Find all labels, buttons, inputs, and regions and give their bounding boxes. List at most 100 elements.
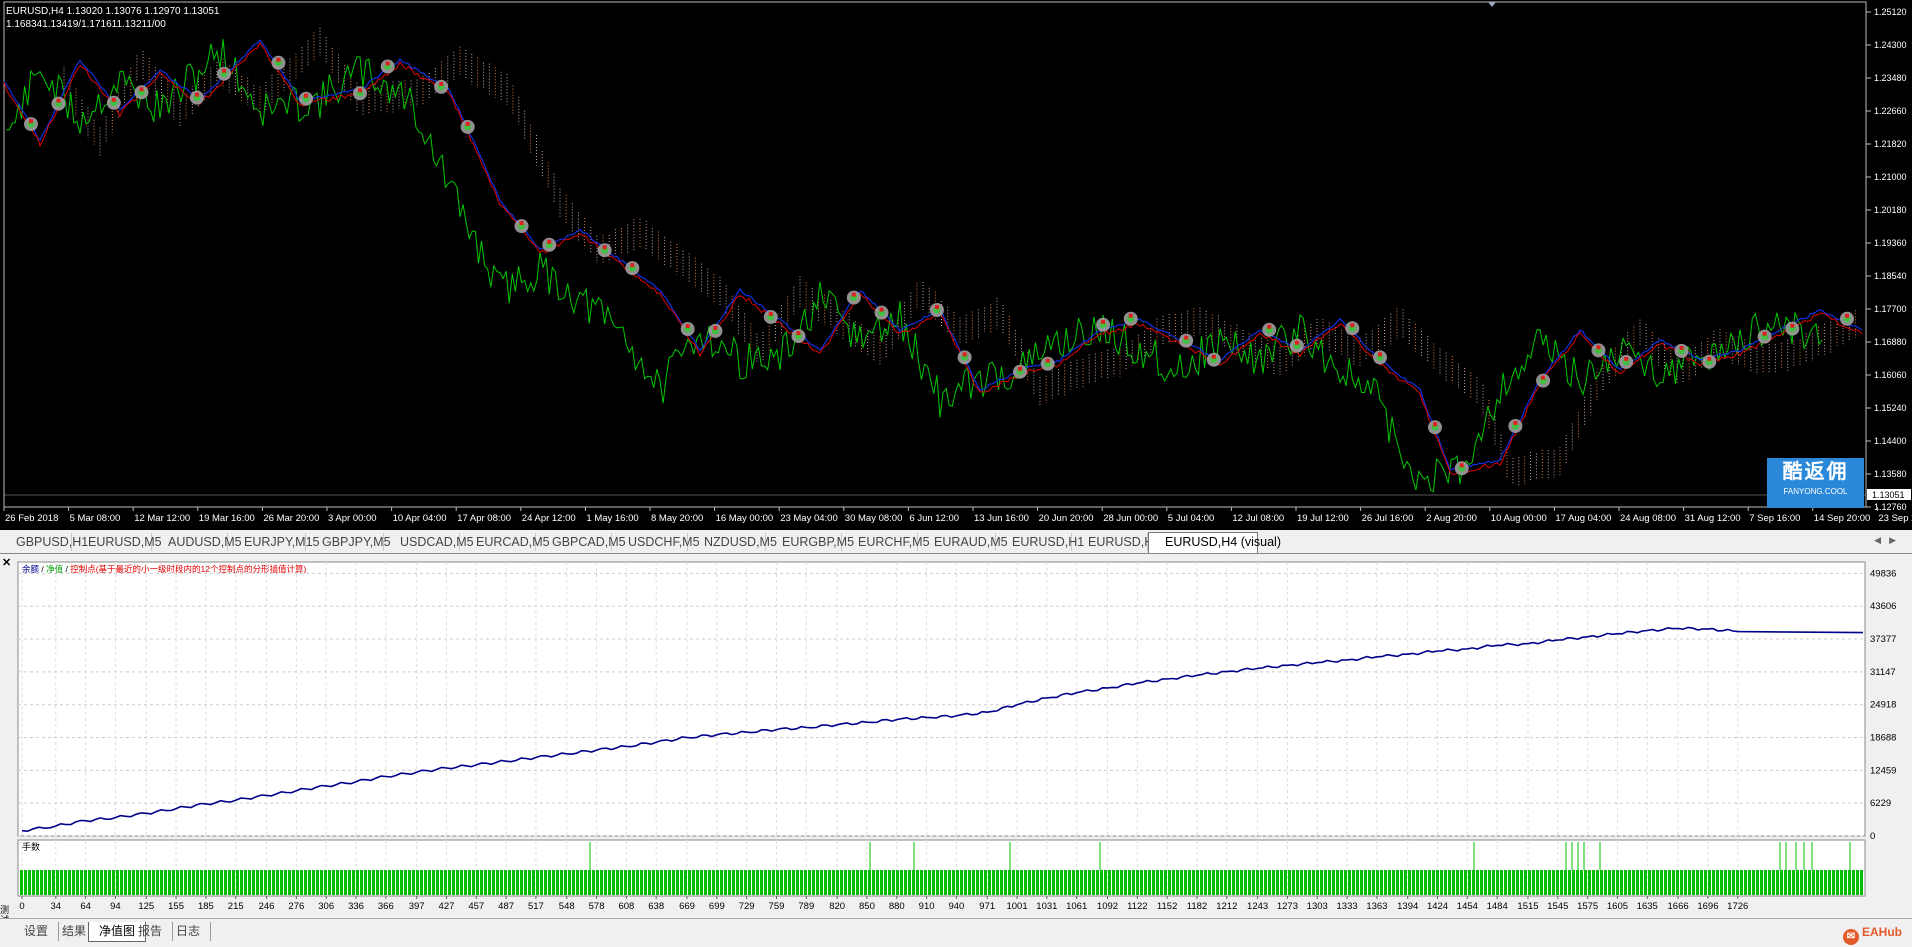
- trade-marker[interactable]: [51, 96, 66, 111]
- volume-bar: [1516, 870, 1519, 895]
- tester-tab[interactable]: 日志: [166, 922, 212, 941]
- trade-marker[interactable]: [625, 261, 640, 276]
- trade-marker[interactable]: [353, 86, 367, 101]
- price-tick-label: 1.14400: [1874, 436, 1907, 446]
- trade-marker[interactable]: [1096, 317, 1111, 332]
- trade-marker[interactable]: [597, 243, 612, 258]
- trade-marker[interactable]: [134, 85, 149, 100]
- chart-tab[interactable]: EURUSD,M5: [72, 533, 162, 551]
- equity-x-tick: 1605: [1607, 901, 1628, 912]
- trade-marker[interactable]: [1013, 364, 1027, 379]
- volume-bar: [824, 870, 827, 895]
- volume-bar: [580, 870, 583, 895]
- volume-bar: [1004, 870, 1007, 895]
- tab-scroll-arrows[interactable]: ◀▶: [1874, 535, 1904, 546]
- chart-tab[interactable]: EURCAD,M5: [460, 533, 550, 551]
- equity-x-tick: 1122: [1127, 901, 1147, 912]
- close-icon[interactable]: ✕: [2, 556, 11, 569]
- volume-bar: [276, 870, 279, 895]
- trade-marker[interactable]: [434, 79, 449, 94]
- trade-marker[interactable]: [1508, 418, 1523, 433]
- volume-bar: [1036, 870, 1039, 895]
- volume-bar: [1088, 870, 1091, 895]
- trade-marker[interactable]: [1702, 354, 1717, 369]
- volume-bar: [952, 870, 955, 895]
- chart-tab[interactable]: GBPUSD,H1: [0, 533, 88, 551]
- chart-tab[interactable]: AUDUSD,M5: [152, 533, 242, 551]
- chart-tab[interactable]: NZDUSD,M5: [688, 533, 777, 551]
- trade-marker[interactable]: [708, 323, 723, 338]
- chart-tab[interactable]: EURGBP,M5: [766, 533, 854, 551]
- trade-marker[interactable]: [106, 95, 121, 110]
- volume-bar: [1348, 870, 1351, 895]
- trade-marker[interactable]: [1206, 352, 1221, 367]
- trade-marker[interactable]: [460, 119, 475, 134]
- equity-x-tick: 0: [19, 901, 24, 912]
- trade-marker[interactable]: [189, 90, 204, 105]
- volume-bar: [480, 870, 483, 895]
- trade-marker[interactable]: [1428, 420, 1442, 435]
- legend-sep2: /: [63, 564, 70, 574]
- volume-bar: [352, 870, 355, 895]
- volume-bar: [612, 870, 615, 895]
- trade-marker[interactable]: [1262, 322, 1277, 337]
- chart-tab[interactable]: EURUSD,H1: [996, 533, 1084, 551]
- trade-marker[interactable]: [929, 303, 944, 318]
- trade-marker[interactable]: [1040, 356, 1055, 371]
- volume-bar: [864, 870, 867, 895]
- trade-marker[interactable]: [217, 66, 231, 81]
- trade-marker[interactable]: [1179, 333, 1194, 348]
- trade-marker[interactable]: [791, 329, 806, 344]
- trade-marker[interactable]: [299, 91, 313, 106]
- chart-tab[interactable]: EURJPY,M15: [228, 533, 320, 551]
- chart-tab[interactable]: USDCAD,M5: [384, 533, 474, 551]
- watermark-logo: 酷返佣 FANYONG.COOL: [1767, 458, 1864, 508]
- trade-marker[interactable]: [1674, 343, 1689, 358]
- volume-bar: [232, 870, 235, 895]
- trade-marker[interactable]: [957, 350, 972, 365]
- trade-marker[interactable]: [271, 55, 286, 70]
- trade-marker[interactable]: [1757, 329, 1772, 344]
- volume-bar: [1236, 870, 1239, 895]
- trade-marker[interactable]: [846, 290, 861, 305]
- time-tick-label: 7 Sep 16:00: [1749, 513, 1800, 524]
- chart-tab[interactable]: EURUSD,H4 (visual): [1148, 532, 1281, 553]
- chart-tab[interactable]: EURCHF,M5: [842, 533, 930, 551]
- equity-x-tick: 1212: [1216, 901, 1237, 912]
- trade-marker[interactable]: [1591, 343, 1606, 358]
- volume-bar: [896, 870, 899, 895]
- volume-bar: [256, 870, 259, 895]
- trade-marker[interactable]: [1619, 354, 1634, 369]
- trade-marker[interactable]: [1454, 461, 1469, 476]
- trade-marker[interactable]: [24, 117, 38, 132]
- volume-bar: [1816, 870, 1819, 895]
- price-chart[interactable]: 1.25120 1.24300 1.23480 1.22660 1.21820 1.210…: [0, 0, 1912, 530]
- volume-bar: [848, 870, 851, 895]
- trade-marker[interactable]: [763, 309, 778, 324]
- trade-marker[interactable]: [542, 237, 557, 252]
- price-tick-label: 1.23480: [1874, 73, 1907, 83]
- volume-bar: [1776, 870, 1779, 895]
- trade-marker[interactable]: [874, 305, 889, 320]
- volume-bar: [44, 870, 47, 895]
- chart-tab[interactable]: GBPJPY,M5: [306, 533, 391, 551]
- trade-marker[interactable]: [680, 322, 695, 337]
- trade-marker[interactable]: [380, 59, 395, 74]
- volume-bar: [780, 870, 783, 895]
- trade-marker[interactable]: [1785, 321, 1800, 336]
- trade-marker[interactable]: [514, 219, 529, 234]
- chart-tab[interactable]: GBPCAD,M5: [536, 533, 626, 551]
- trade-marker[interactable]: [1345, 321, 1360, 336]
- trade-marker[interactable]: [1123, 311, 1138, 326]
- trade-marker[interactable]: [1289, 338, 1304, 353]
- volume-bar: [964, 870, 967, 895]
- trade-marker[interactable]: [1840, 311, 1854, 326]
- equity-x-tick: 1333: [1337, 901, 1358, 912]
- chart-tab[interactable]: EURAUD,M5: [918, 533, 1008, 551]
- volume-bar: [924, 870, 927, 895]
- chart-tab[interactable]: EURUSD,H4: [1072, 533, 1160, 551]
- trade-marker[interactable]: [1536, 373, 1551, 388]
- trade-marker[interactable]: [1373, 350, 1387, 365]
- chart-tab[interactable]: USDCHF,M5: [612, 533, 700, 551]
- watermark-title: 酷返佣: [1782, 461, 1849, 483]
